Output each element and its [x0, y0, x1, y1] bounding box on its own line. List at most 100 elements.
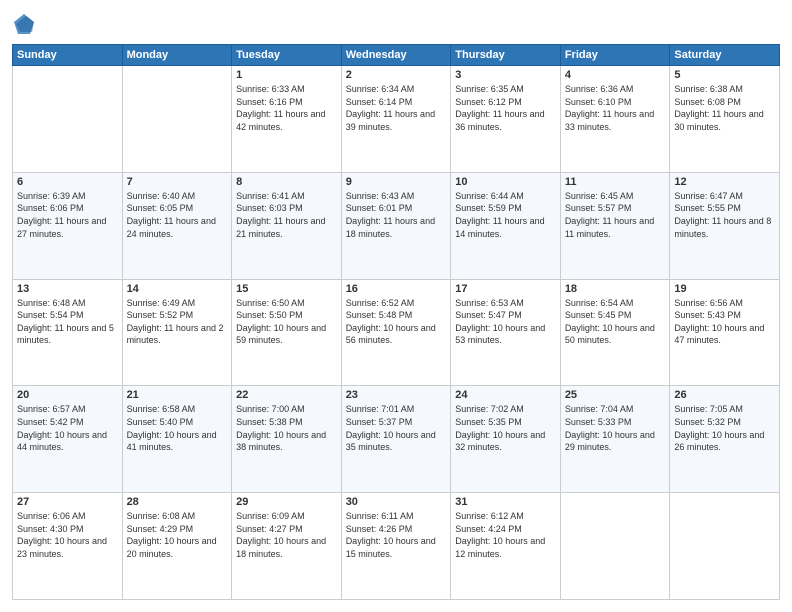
calendar-table: SundayMondayTuesdayWednesdayThursdayFrid… — [12, 44, 780, 600]
weekday-header: Monday — [122, 45, 232, 66]
day-number: 2 — [346, 69, 447, 81]
day-info: Sunrise: 6:40 AM Sunset: 6:05 PM Dayligh… — [127, 190, 228, 240]
day-number: 22 — [236, 389, 337, 401]
day-number: 21 — [127, 389, 228, 401]
day-number: 28 — [127, 496, 228, 508]
day-info: Sunrise: 6:52 AM Sunset: 5:48 PM Dayligh… — [346, 297, 447, 347]
calendar-cell: 4 Sunrise: 6:36 AM Sunset: 6:10 PM Daylig… — [560, 66, 670, 173]
day-number: 8 — [236, 176, 337, 188]
day-number: 13 — [17, 283, 118, 295]
page: SundayMondayTuesdayWednesdayThursdayFrid… — [0, 0, 792, 612]
day-number: 26 — [674, 389, 775, 401]
calendar-cell: 24Sunrise: 7:02 AM Sunset: 5:35 PM Dayli… — [451, 386, 561, 493]
day-number: 24 — [455, 389, 556, 401]
logo-icon — [12, 12, 36, 36]
day-info: Sunrise: 7:05 AM Sunset: 5:32 PM Dayligh… — [674, 403, 775, 453]
day-number: 9 — [346, 176, 447, 188]
calendar-cell: 28Sunrise: 6:08 AM Sunset: 4:29 PM Dayli… — [122, 493, 232, 600]
calendar-cell: 11 Sunrise: 6:45 AM Sunset: 5:57 PM Dayli… — [560, 172, 670, 279]
calendar-cell: 10 Sunrise: 6:44 AM Sunset: 5:59 PM Dayli… — [451, 172, 561, 279]
calendar-cell: 8 Sunrise: 6:41 AM Sunset: 6:03 PM Daylig… — [232, 172, 342, 279]
calendar-cell: 16Sunrise: 6:52 AM Sunset: 5:48 PM Dayli… — [341, 279, 451, 386]
calendar-cell: 18 Sunrise: 6:54 AM Sunset: 5:45 PM Dayli… — [560, 279, 670, 386]
weekday-header-row: SundayMondayTuesdayWednesdayThursdayFrid… — [13, 45, 780, 66]
calendar-cell: 31Sunrise: 6:12 AM Sunset: 4:24 PM Dayli… — [451, 493, 561, 600]
day-info: Sunrise: 7:01 AM Sunset: 5:37 PM Dayligh… — [346, 403, 447, 453]
day-number: 1 — [236, 69, 337, 81]
day-info: Sunrise: 6:48 AM Sunset: 5:54 PM Dayligh… — [17, 297, 118, 347]
day-info: Sunrise: 6:56 AM Sunset: 5:43 PM Dayligh… — [674, 297, 775, 347]
day-info: Sunrise: 6:11 AM Sunset: 4:26 PM Dayligh… — [346, 510, 447, 560]
day-number: 29 — [236, 496, 337, 508]
day-info: Sunrise: 6:36 AM Sunset: 6:10 PM Dayligh… — [565, 83, 666, 133]
weekday-header: Saturday — [670, 45, 780, 66]
calendar-week-row: 1 Sunrise: 6:33 AM Sunset: 6:16 PM Daylig… — [13, 66, 780, 173]
calendar-cell: 23 Sunrise: 7:01 AM Sunset: 5:37 PM Dayli… — [341, 386, 451, 493]
weekday-header: Thursday — [451, 45, 561, 66]
calendar-cell: 5 Sunrise: 6:38 AM Sunset: 6:08 PM Daylig… — [670, 66, 780, 173]
day-info: Sunrise: 6:09 AM Sunset: 4:27 PM Dayligh… — [236, 510, 337, 560]
calendar-week-row: 6Sunrise: 6:39 AM Sunset: 6:06 PM Daylig… — [13, 172, 780, 279]
calendar-cell: 12 Sunrise: 6:47 AM Sunset: 5:55 PM Dayli… — [670, 172, 780, 279]
day-info: Sunrise: 6:38 AM Sunset: 6:08 PM Dayligh… — [674, 83, 775, 133]
day-number: 27 — [17, 496, 118, 508]
calendar-week-row: 27Sunrise: 6:06 AM Sunset: 4:30 PM Dayli… — [13, 493, 780, 600]
day-info: Sunrise: 6:49 AM Sunset: 5:52 PM Dayligh… — [127, 297, 228, 347]
day-info: Sunrise: 6:54 AM Sunset: 5:45 PM Dayligh… — [565, 297, 666, 347]
day-number: 15 — [236, 283, 337, 295]
calendar-cell: 13 Sunrise: 6:48 AM Sunset: 5:54 PM Dayli… — [13, 279, 123, 386]
weekday-header: Sunday — [13, 45, 123, 66]
day-number: 4 — [565, 69, 666, 81]
day-info: Sunrise: 7:04 AM Sunset: 5:33 PM Dayligh… — [565, 403, 666, 453]
calendar-cell: 14 Sunrise: 6:49 AM Sunset: 5:52 PM Dayli… — [122, 279, 232, 386]
day-info: Sunrise: 7:00 AM Sunset: 5:38 PM Dayligh… — [236, 403, 337, 453]
calendar-cell: 19 Sunrise: 6:56 AM Sunset: 5:43 PM Dayli… — [670, 279, 780, 386]
weekday-header: Friday — [560, 45, 670, 66]
calendar-cell: 20Sunrise: 6:57 AM Sunset: 5:42 PM Dayli… — [13, 386, 123, 493]
calendar-cell — [670, 493, 780, 600]
day-number: 5 — [674, 69, 775, 81]
day-info: Sunrise: 6:43 AM Sunset: 6:01 PM Dayligh… — [346, 190, 447, 240]
day-number: 3 — [455, 69, 556, 81]
calendar-cell: 29 Sunrise: 6:09 AM Sunset: 4:27 PM Dayli… — [232, 493, 342, 600]
day-number: 20 — [17, 389, 118, 401]
day-number: 10 — [455, 176, 556, 188]
day-info: Sunrise: 6:50 AM Sunset: 5:50 PM Dayligh… — [236, 297, 337, 347]
calendar-cell: 15 Sunrise: 6:50 AM Sunset: 5:50 PM Dayli… — [232, 279, 342, 386]
day-number: 14 — [127, 283, 228, 295]
day-info: Sunrise: 6:41 AM Sunset: 6:03 PM Dayligh… — [236, 190, 337, 240]
calendar-week-row: 13 Sunrise: 6:48 AM Sunset: 5:54 PM Dayli… — [13, 279, 780, 386]
day-info: Sunrise: 6:45 AM Sunset: 5:57 PM Dayligh… — [565, 190, 666, 240]
calendar-cell — [560, 493, 670, 600]
header — [12, 12, 780, 36]
day-number: 12 — [674, 176, 775, 188]
calendar-cell: 1 Sunrise: 6:33 AM Sunset: 6:16 PM Daylig… — [232, 66, 342, 173]
day-number: 11 — [565, 176, 666, 188]
day-info: Sunrise: 6:47 AM Sunset: 5:55 PM Dayligh… — [674, 190, 775, 240]
day-info: Sunrise: 6:44 AM Sunset: 5:59 PM Dayligh… — [455, 190, 556, 240]
calendar-cell: 21 Sunrise: 6:58 AM Sunset: 5:40 PM Dayli… — [122, 386, 232, 493]
calendar-cell: 30Sunrise: 6:11 AM Sunset: 4:26 PM Dayli… — [341, 493, 451, 600]
day-info: Sunrise: 6:58 AM Sunset: 5:40 PM Dayligh… — [127, 403, 228, 453]
day-number: 7 — [127, 176, 228, 188]
day-number: 6 — [17, 176, 118, 188]
calendar-cell: 6Sunrise: 6:39 AM Sunset: 6:06 PM Daylig… — [13, 172, 123, 279]
calendar-week-row: 20Sunrise: 6:57 AM Sunset: 5:42 PM Dayli… — [13, 386, 780, 493]
day-info: Sunrise: 6:34 AM Sunset: 6:14 PM Dayligh… — [346, 83, 447, 133]
day-number: 19 — [674, 283, 775, 295]
day-info: Sunrise: 6:35 AM Sunset: 6:12 PM Dayligh… — [455, 83, 556, 133]
calendar-cell: 7 Sunrise: 6:40 AM Sunset: 6:05 PM Daylig… — [122, 172, 232, 279]
weekday-header: Tuesday — [232, 45, 342, 66]
day-number: 23 — [346, 389, 447, 401]
calendar-cell: 27Sunrise: 6:06 AM Sunset: 4:30 PM Dayli… — [13, 493, 123, 600]
calendar-cell: 17Sunrise: 6:53 AM Sunset: 5:47 PM Dayli… — [451, 279, 561, 386]
calendar-cell — [13, 66, 123, 173]
calendar-cell: 3 Sunrise: 6:35 AM Sunset: 6:12 PM Daylig… — [451, 66, 561, 173]
day-number: 18 — [565, 283, 666, 295]
day-number: 25 — [565, 389, 666, 401]
calendar-cell: 26 Sunrise: 7:05 AM Sunset: 5:32 PM Dayli… — [670, 386, 780, 493]
calendar-cell: 22 Sunrise: 7:00 AM Sunset: 5:38 PM Dayli… — [232, 386, 342, 493]
day-info: Sunrise: 6:12 AM Sunset: 4:24 PM Dayligh… — [455, 510, 556, 560]
day-info: Sunrise: 6:33 AM Sunset: 6:16 PM Dayligh… — [236, 83, 337, 133]
day-info: Sunrise: 6:53 AM Sunset: 5:47 PM Dayligh… — [455, 297, 556, 347]
